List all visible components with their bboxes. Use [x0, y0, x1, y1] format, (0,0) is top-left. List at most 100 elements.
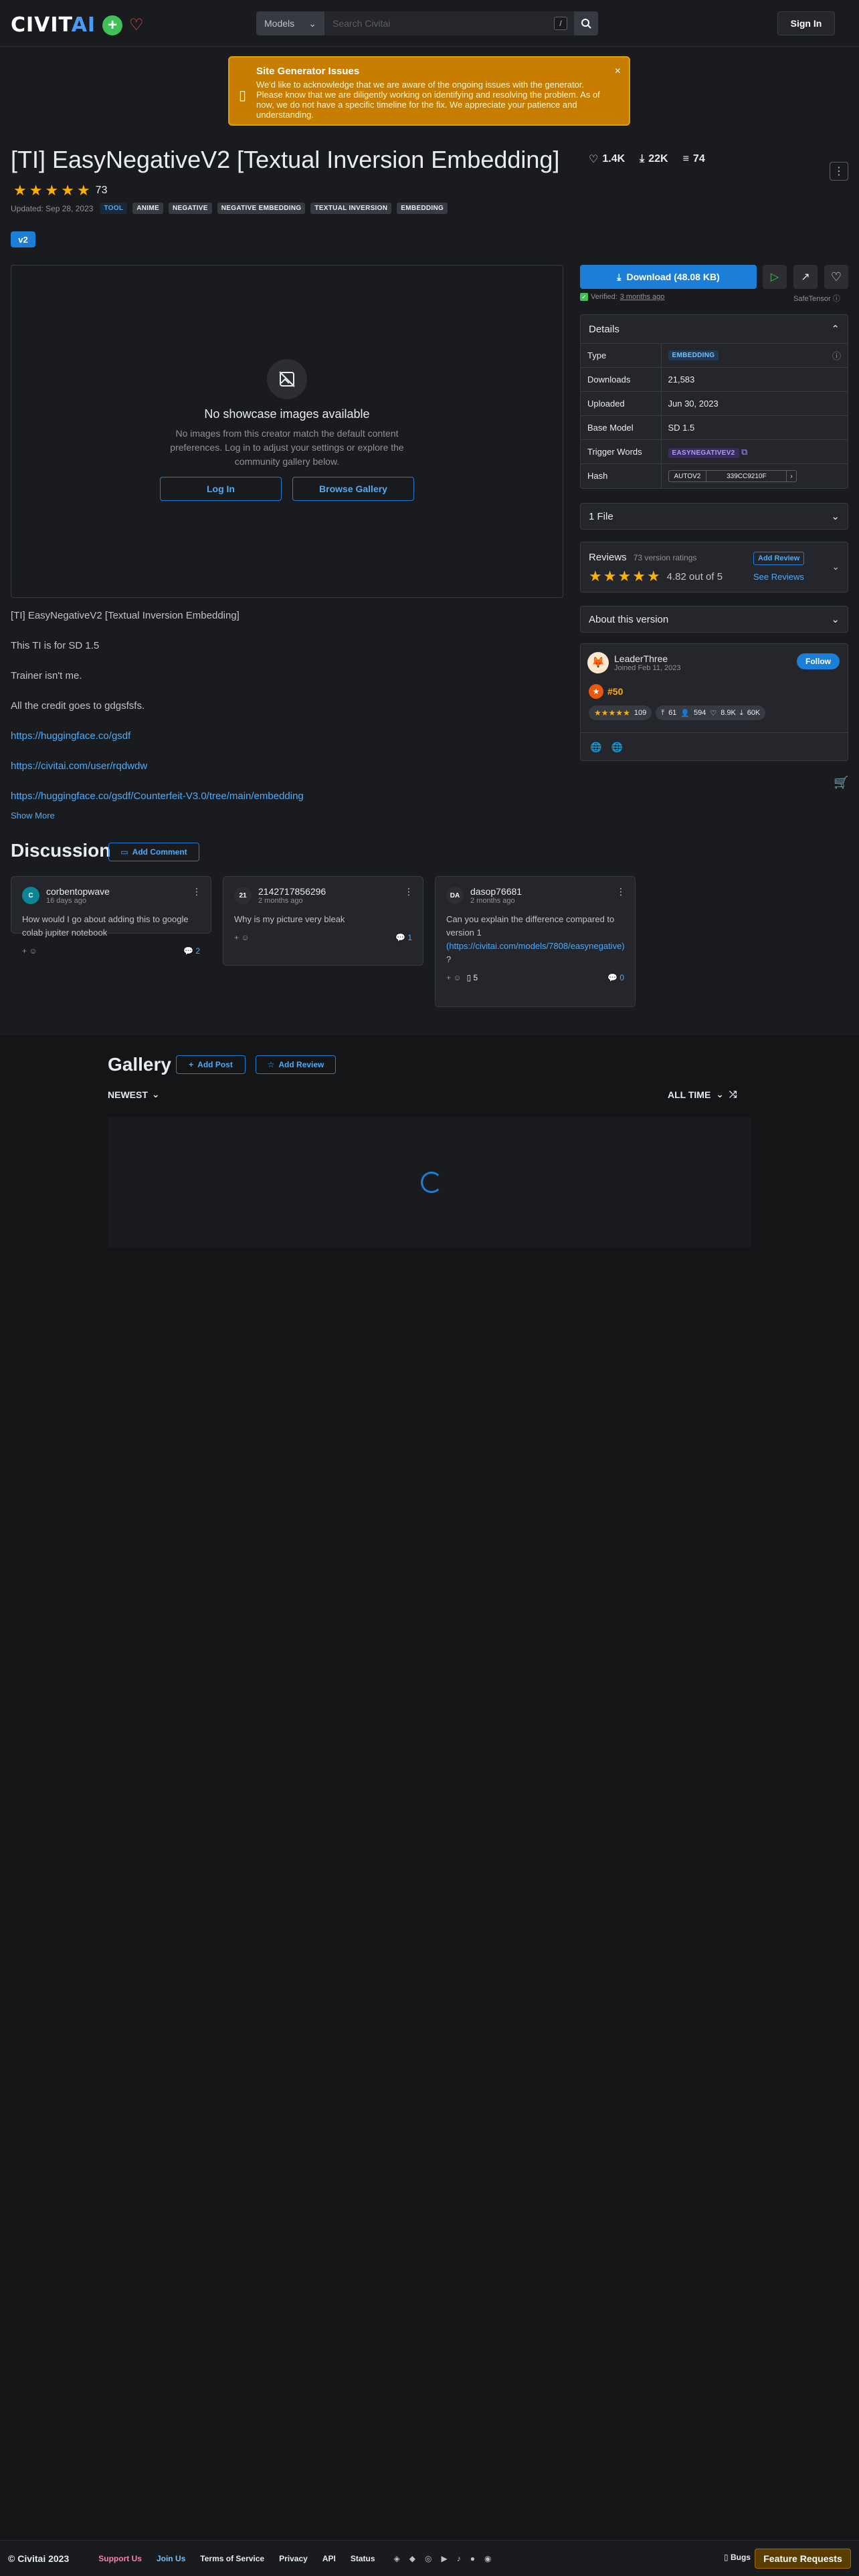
kebab-icon[interactable]: ⋮ [616, 886, 626, 897]
bugs-link[interactable]: ▯ Bugs [724, 2553, 751, 2562]
follow-button[interactable]: Follow [797, 653, 840, 669]
tag-chip[interactable]: TEXTUAL INVERSION [310, 203, 392, 214]
cart-off-icon[interactable]: 🛒 [834, 776, 848, 790]
star-icon: ★ [617, 568, 632, 584]
comment-text: How would I go about adding this to goog… [22, 914, 189, 938]
star-icon: ★ [632, 568, 646, 584]
support-heart-icon[interactable]: ♡ [129, 17, 144, 33]
sign-in-button[interactable]: Sign In [777, 11, 835, 35]
details-header[interactable]: Details ⌃ [581, 315, 848, 343]
verified-status: ✓ Verified: 3 months ago [580, 293, 664, 301]
share-button[interactable]: ↗ [793, 265, 818, 289]
more-options-button[interactable]: ⋮ [830, 162, 848, 181]
creator-info[interactable]: 🦊 LeaderThree Joined Feb 11, 2023 [587, 652, 680, 673]
civitai-logo[interactable]: CIVITAI [11, 13, 96, 37]
likes-stat[interactable]: ♡ 1.4K [589, 152, 625, 166]
add-review-button[interactable]: Add Review [753, 552, 805, 565]
discord-icon[interactable]: ◈ [394, 2554, 400, 2563]
shuffle-icon[interactable]: ⤮ [729, 1089, 737, 1100]
add-review-button[interactable]: ☆ Add Review [256, 1055, 336, 1074]
info-icon[interactable]: ⓘ [832, 349, 841, 362]
kebab-icon[interactable]: ⋮ [404, 886, 413, 897]
about-version-panel[interactable]: About this version ⌄ [580, 606, 848, 633]
comment-card[interactable]: DA dasop76681 2 months ago ⋮ Can you expl… [435, 876, 636, 1007]
period-select[interactable]: ALL TIME ⌄ ⤮ [668, 1089, 737, 1100]
add-reaction-icon[interactable]: + ☺ [234, 933, 250, 942]
privacy-link[interactable]: Privacy [279, 2554, 308, 2563]
sort-select[interactable]: NEWEST ⌄ [108, 1089, 160, 1100]
reply-count[interactable]: 💬 2 [183, 946, 200, 956]
search-type-select[interactable]: Models ⌄ [256, 11, 324, 35]
comment-footer: + ☺ 💬 1 [234, 933, 412, 942]
comment-text: Can you explain the difference compared … [446, 913, 625, 966]
add-comment-button[interactable]: ▭ Add Comment [108, 843, 199, 861]
close-icon[interactable]: × [615, 66, 621, 78]
search-input[interactable]: Search Civitai / [324, 11, 574, 35]
twitter-icon[interactable]: ◆ [409, 2554, 415, 2563]
reaction-count[interactable]: ▯ 5 [467, 973, 478, 982]
star-icon: ★ [29, 182, 43, 199]
description-line: Trainer isn't me. [11, 670, 82, 681]
youtube-icon[interactable]: ▶ [441, 2554, 447, 2563]
gallery-title: Gallery [108, 1054, 171, 1075]
api-link[interactable]: API [322, 2554, 336, 2563]
alert-body: We'd like to acknowledge that we are awa… [256, 80, 600, 120]
download-button[interactable]: ⤓ Download (48.08 KB) [580, 265, 757, 289]
show-more-link[interactable]: Show More [11, 811, 55, 821]
tag-chip[interactable]: TOOL [100, 203, 128, 214]
feature-requests-button[interactable]: Feature Requests [755, 2549, 851, 2569]
generate-button[interactable]: ▷ [763, 265, 787, 289]
favorite-button[interactable]: ♡ [824, 265, 848, 289]
terms-link[interactable]: Terms of Service [200, 2554, 264, 2563]
reply-count[interactable]: 💬 0 [607, 973, 624, 982]
star-icon: ★ [603, 568, 617, 584]
creator-rank: ★ #50 [589, 684, 623, 699]
version-tab[interactable]: v2 [11, 231, 35, 247]
copy-icon[interactable]: ⧉ [741, 447, 747, 457]
description-link[interactable]: https://huggingface.co/gsdf/Counterfeit-… [11, 790, 304, 802]
description-link-row: https://huggingface.co/gsdf [11, 730, 563, 760]
tag-chip[interactable]: EMBEDDING [397, 203, 448, 214]
tag-chip[interactable]: NEGATIVE [168, 203, 212, 214]
tiktok-icon[interactable]: ♪ [457, 2554, 461, 2563]
description-link[interactable]: https://civitai.com/user/rqdwdw [11, 760, 147, 772]
description-link[interactable]: https://huggingface.co/gsdf [11, 730, 130, 742]
tag-chip[interactable]: ANIME [132, 203, 163, 214]
reddit-icon[interactable]: ● [470, 2554, 475, 2563]
globe-icon[interactable]: 🌐 [590, 742, 601, 753]
search-button[interactable] [574, 11, 598, 35]
comment-link[interactable]: (https://civitai.com/models/7808/easyneg… [446, 941, 625, 951]
join-us-link[interactable]: Join Us [157, 2554, 185, 2563]
support-us-link[interactable]: Support Us [98, 2554, 142, 2563]
create-plus-icon[interactable]: + [102, 15, 123, 35]
instagram-icon[interactable]: ◎ [425, 2554, 432, 2563]
add-post-button[interactable]: + Add Post [176, 1055, 246, 1074]
kebab-icon[interactable]: ⋮ [192, 886, 201, 897]
download-icon: ⤓ [739, 708, 743, 717]
browse-gallery-button[interactable]: Browse Gallery [292, 477, 414, 501]
add-reaction-icon[interactable]: + ☺ [22, 946, 37, 956]
hash-box[interactable]: AUTOV2 339CC9210F › [668, 470, 797, 482]
log-in-button[interactable]: Log In [160, 477, 282, 501]
chevron-down-icon[interactable]: ⌄ [832, 561, 840, 572]
see-reviews-link[interactable]: See Reviews [753, 572, 804, 582]
rating-count: 73 [95, 185, 108, 196]
files-panel[interactable]: 1 File ⌄ [580, 503, 848, 530]
check-icon: ✓ [580, 293, 588, 301]
globe-icon[interactable]: 🌐 [611, 742, 622, 753]
comment-card[interactable]: C corbentopwave 16 days ago ⋮ How would I… [11, 876, 211, 956]
model-rating[interactable]: ★ ★ ★ ★ ★ 73 [13, 183, 107, 198]
github-icon[interactable]: ◉ [484, 2554, 491, 2563]
add-reaction-icon[interactable]: + ☺ [446, 973, 462, 982]
verified-time: 3 months ago [619, 293, 665, 301]
status-link[interactable]: Status [351, 2554, 375, 2563]
detail-label: Trigger Words [581, 439, 662, 464]
creator-text: LeaderThree Joined Feb 11, 2023 [614, 653, 680, 672]
add-comment-label: Add Comment [132, 847, 187, 857]
comment-card[interactable]: 21 2142717856296 2 months ago ⋮ Why is my… [223, 876, 423, 966]
detail-value: AUTOV2 339CC9210F › [661, 463, 848, 488]
description-line: This TI is for SD 1.5 [11, 640, 100, 651]
tag-chip[interactable]: NEGATIVE EMBEDDING [217, 203, 306, 214]
reply-count[interactable]: 💬 1 [395, 933, 412, 942]
bug-icon: ▯ [724, 2553, 729, 2562]
